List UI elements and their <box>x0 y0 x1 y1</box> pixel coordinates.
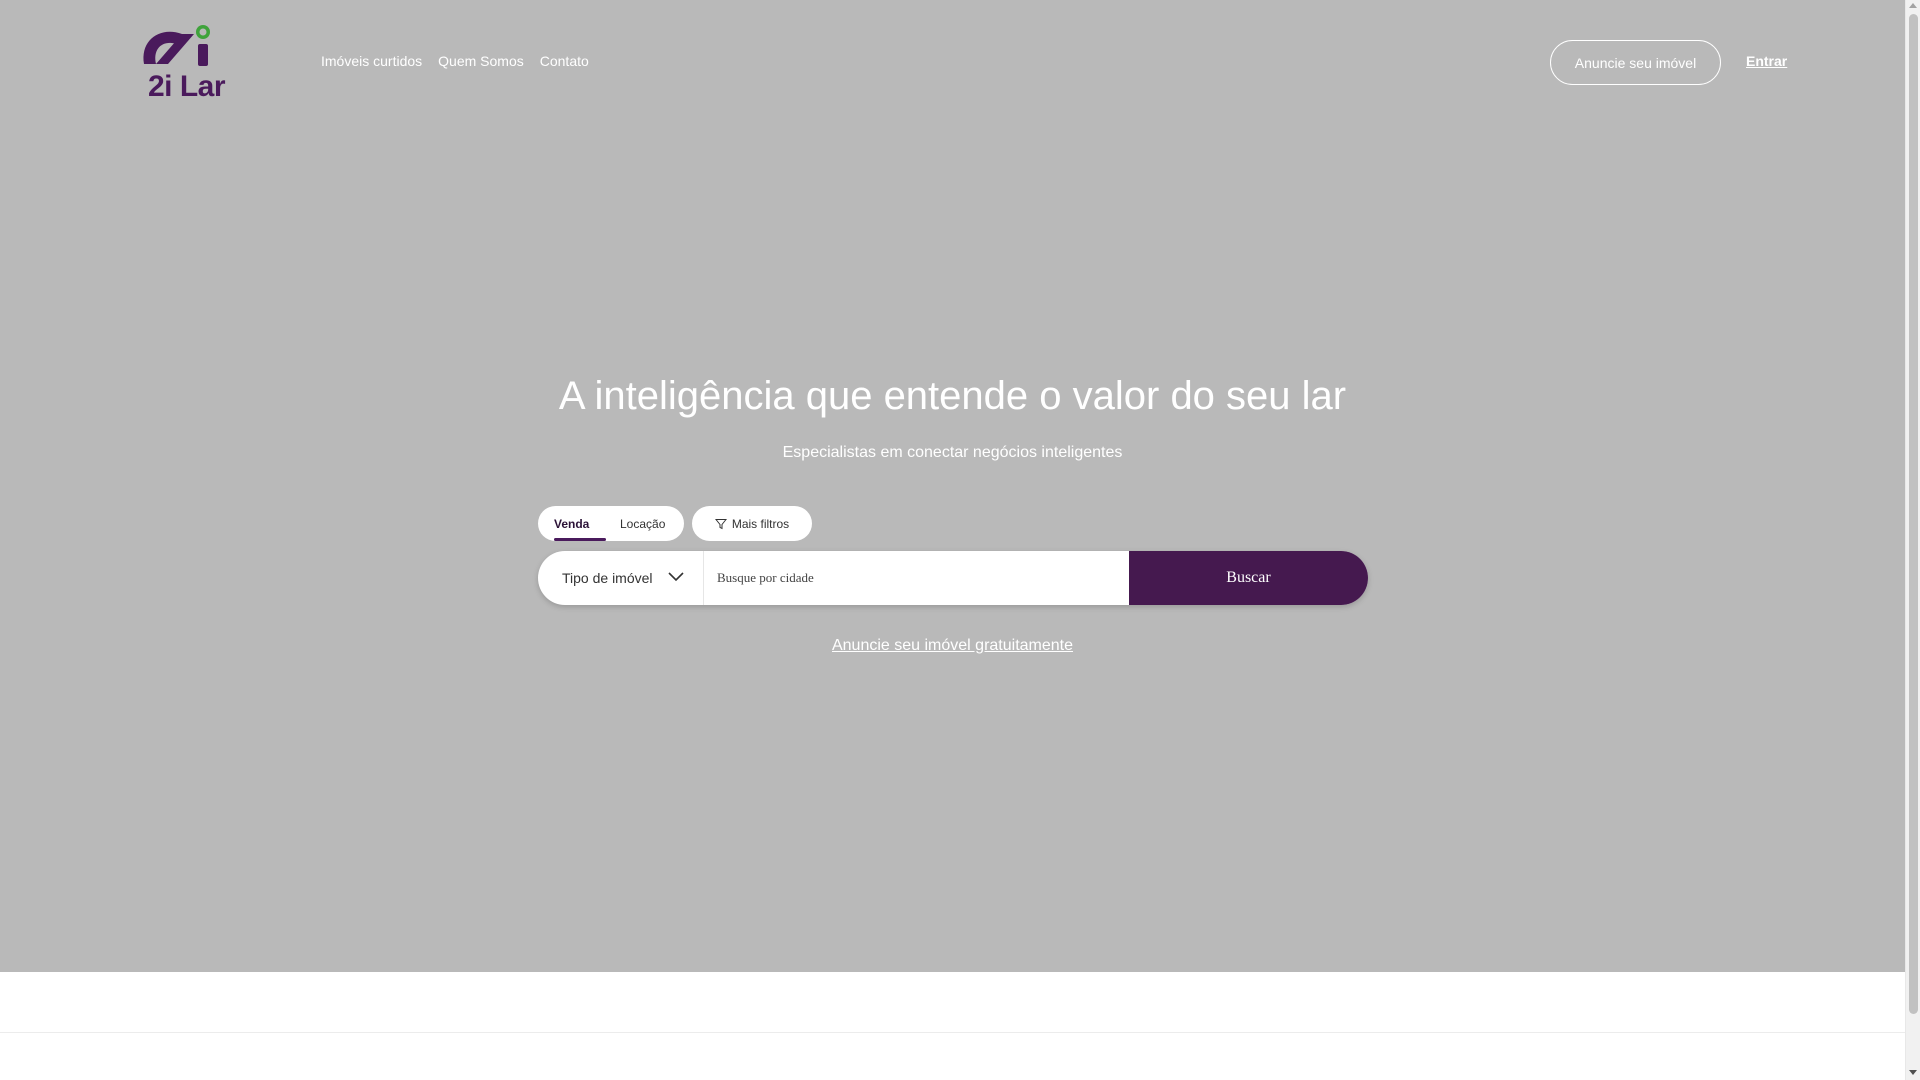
logo[interactable]: 2i Lar <box>138 20 226 103</box>
section-divider <box>0 1032 1905 1033</box>
search-button[interactable]: Buscar <box>1129 551 1368 605</box>
scroll-up-arrow-icon[interactable] <box>1909 3 1917 8</box>
hero-headline: A inteligência que entende o valor do se… <box>558 374 1347 418</box>
more-filters-label: Mais filtros <box>731 516 790 531</box>
nav-link-contato[interactable]: Contato <box>540 53 589 69</box>
main-nav: Imóveis curtidos Quem Somos Contato <box>321 53 589 69</box>
logo-text: 2i Lar <box>148 70 226 103</box>
tab-locacao[interactable]: Locação <box>606 506 665 541</box>
login-link[interactable]: Entrar <box>1746 53 1787 69</box>
page-scrollbar[interactable] <box>1905 0 1920 1080</box>
free-listing-link-wrapper: Anuncie seu imóvel gratuitamente <box>0 637 1905 655</box>
scroll-thumb[interactable] <box>1909 14 1918 1014</box>
anuncie-imovel-button[interactable]: Anuncie seu imóvel <box>1550 40 1721 85</box>
free-listing-link[interactable]: Anuncie seu imóvel gratuitamente <box>832 637 1073 654</box>
transaction-mode-toggle: Venda Locação <box>538 506 684 541</box>
hero-section: 2i Lar Imóveis curtidos Quem Somos Conta… <box>0 0 1905 972</box>
nav-link-imoveis-curtidos[interactable]: Imóveis curtidos <box>321 53 422 69</box>
tab-venda[interactable]: Venda <box>538 506 606 541</box>
hero-subline: Especialistas em conectar negócios intel… <box>782 444 1123 461</box>
property-type-select[interactable]: Tipo de imóvel <box>538 551 704 605</box>
search-bar: Tipo de imóvel Buscar <box>538 551 1368 605</box>
filter-icon <box>714 518 727 529</box>
scroll-down-arrow-icon[interactable] <box>1909 1070 1917 1075</box>
nav-link-quem-somos[interactable]: Quem Somos <box>438 53 524 69</box>
more-filters-button[interactable]: Mais filtros <box>692 506 812 541</box>
property-type-label: Tipo de imóvel <box>562 570 653 586</box>
city-search-input[interactable] <box>705 551 1125 605</box>
chevron-down-icon <box>668 572 684 582</box>
